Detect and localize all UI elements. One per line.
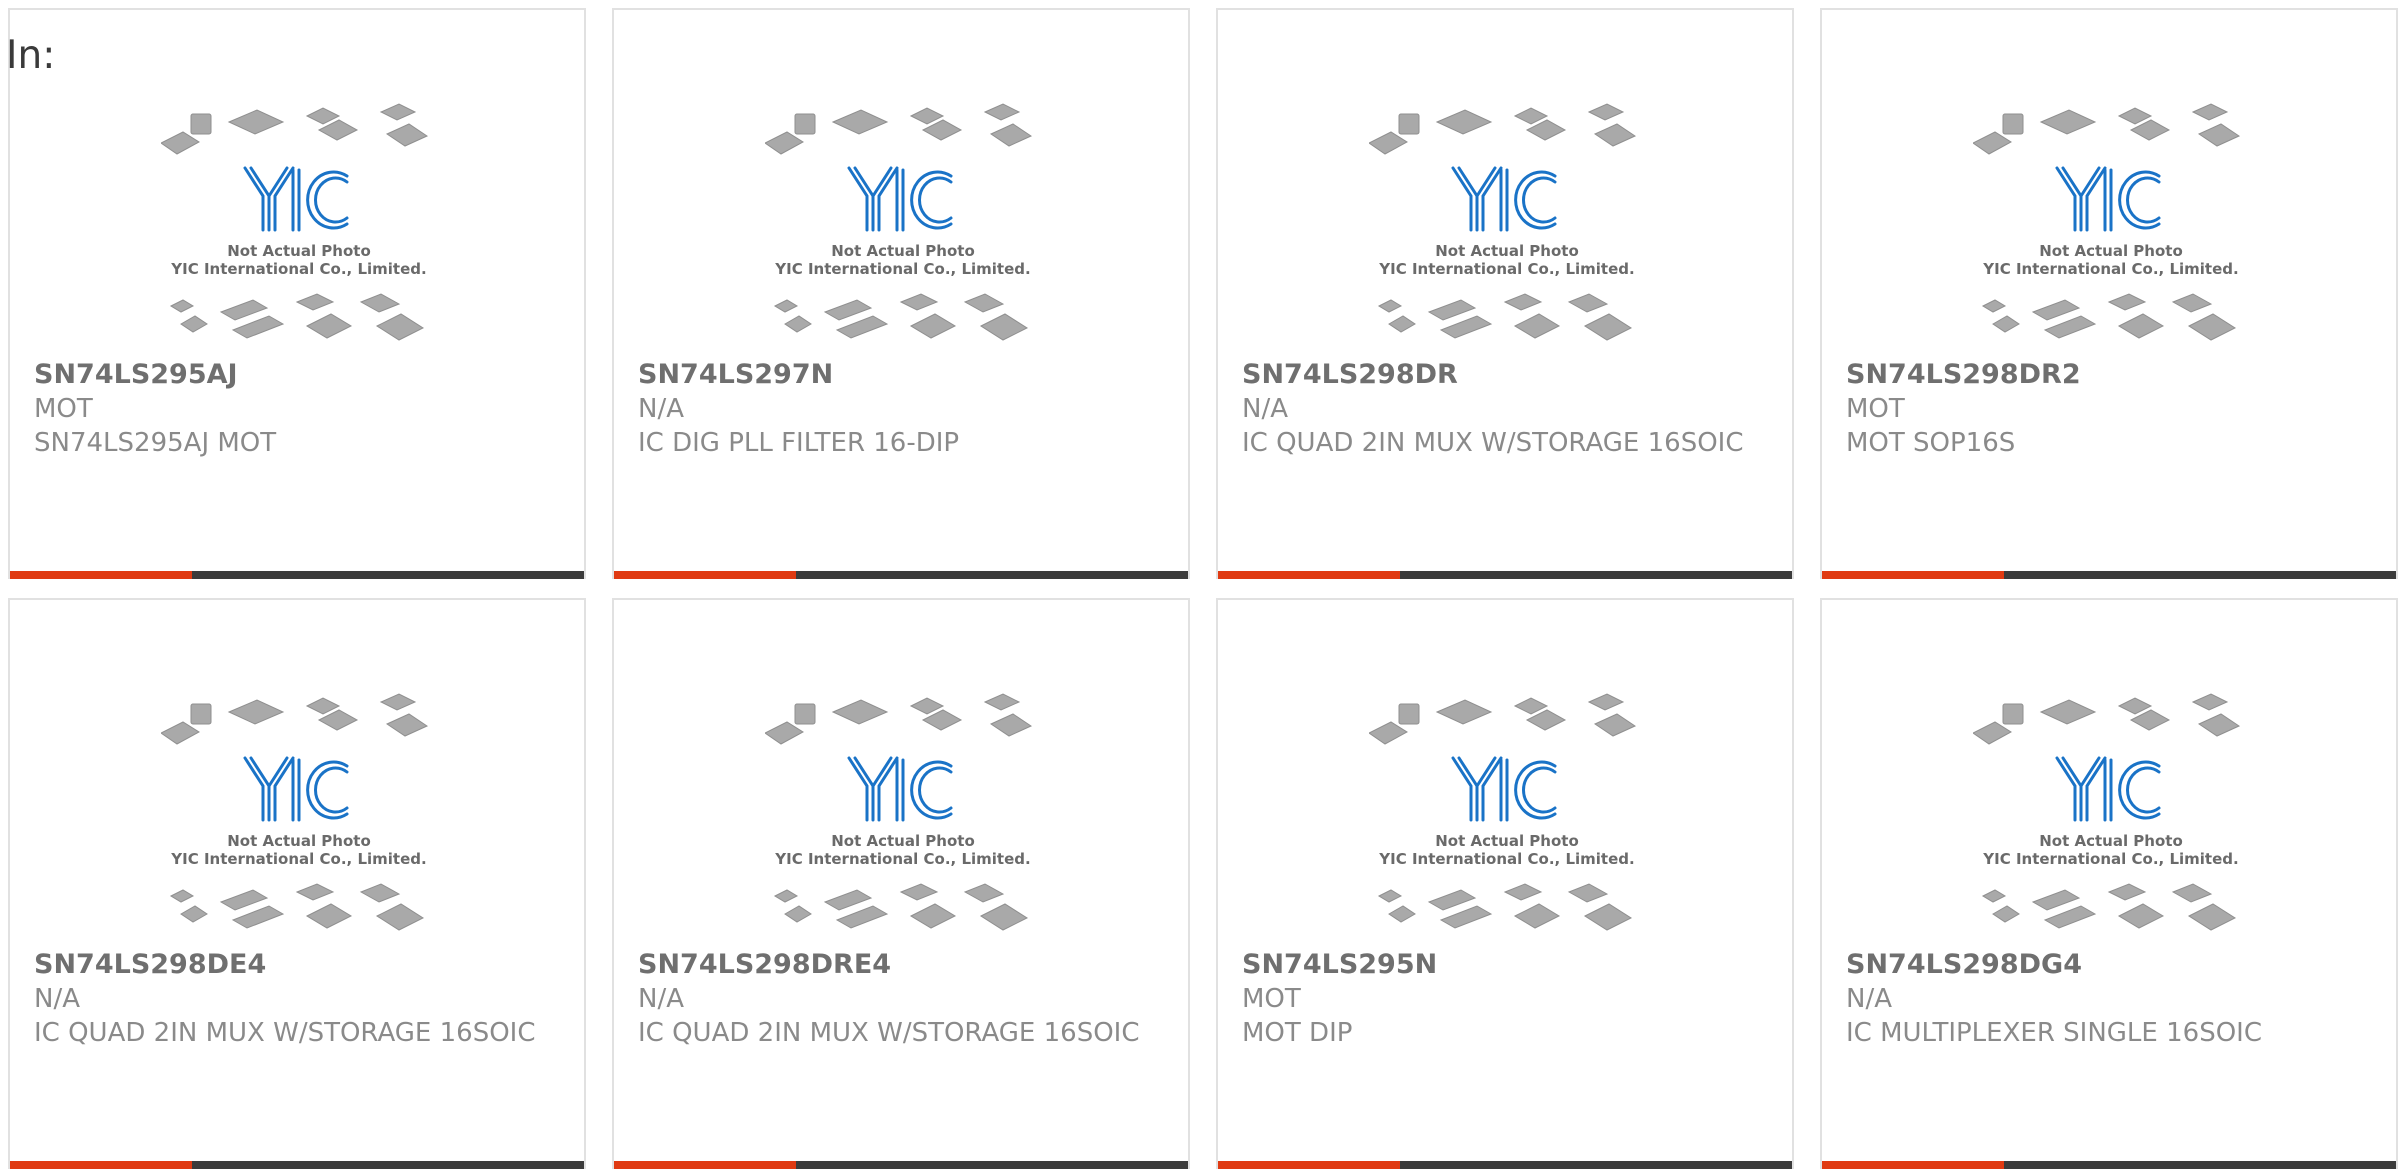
manufacturer: N/A — [1846, 984, 1892, 1014]
manufacturer: N/A — [34, 984, 80, 1014]
product-card[interactable]: Not Actual Photo YIC International Co., L… — [8, 8, 586, 579]
thumbnail-caption-1: Not Actual Photo — [831, 242, 975, 260]
part-number[interactable]: SN74LS295N — [1242, 948, 1768, 982]
product-image: Not Actual Photo YIC International Co., L… — [1973, 688, 2249, 938]
card-bar — [1218, 1161, 1792, 1169]
thumbnail-caption-2: YIC International Co., Limited. — [170, 260, 426, 278]
description: IC MULTIPLEXER SINGLE 16SOIC — [1846, 1018, 2262, 1048]
product-card[interactable]: Not Actual Photo YIC International Co., L… — [612, 8, 1190, 579]
card-bar-accent — [1822, 571, 2004, 579]
thumbnail-caption-2: YIC International Co., Limited. — [774, 260, 1030, 278]
thumbnail-caption-2: YIC International Co., Limited. — [1982, 850, 2238, 868]
card-bar-accent — [614, 571, 796, 579]
card-bar-accent — [614, 1161, 796, 1169]
part-number[interactable]: SN74LS297N — [638, 358, 1164, 392]
card-bar — [1822, 1161, 2396, 1169]
thumbnail-caption-2: YIC International Co., Limited. — [1982, 260, 2238, 278]
thumbnail-caption-1: Not Actual Photo — [2039, 832, 2183, 850]
description: MOT SOP16S — [1846, 428, 2016, 458]
part-number[interactable]: SN74LS295AJ — [34, 358, 560, 392]
product-image: Not Actual Photo YIC International Co., L… — [765, 688, 1041, 938]
product-image: Not Actual Photo YIC International Co., L… — [1369, 98, 1645, 348]
manufacturer: MOT — [34, 394, 93, 424]
thumbnail-caption-1: Not Actual Photo — [831, 832, 975, 850]
part-number[interactable]: SN74LS298DR — [1242, 358, 1768, 392]
product-card[interactable]: Not Actual Photo YIC International Co., L… — [1820, 8, 2398, 579]
card-bar-accent — [1822, 1161, 2004, 1169]
card-bar-accent — [1218, 1161, 1400, 1169]
card-bar — [1822, 571, 2396, 579]
card-bar — [1218, 571, 1792, 579]
description: IC QUAD 2IN MUX W/STORAGE 16SOIC — [1242, 428, 1744, 458]
in-label: In: — [6, 33, 56, 78]
thumbnail-caption-1: Not Actual Photo — [1435, 832, 1579, 850]
description: MOT DIP — [1242, 1018, 1353, 1048]
product-image: Not Actual Photo YIC International Co., L… — [1369, 688, 1645, 938]
card-bar — [10, 1161, 584, 1169]
manufacturer: MOT — [1242, 984, 1301, 1014]
product-image: Not Actual Photo YIC International Co., L… — [161, 98, 437, 348]
thumbnail-caption-2: YIC International Co., Limited. — [1378, 850, 1634, 868]
thumbnail-caption-2: YIC International Co., Limited. — [170, 850, 426, 868]
manufacturer: N/A — [638, 394, 684, 424]
part-number[interactable]: SN74LS298DG4 — [1846, 948, 2372, 982]
description: IC QUAD 2IN MUX W/STORAGE 16SOIC — [638, 1018, 1140, 1048]
description: SN74LS295AJ MOT — [34, 428, 277, 458]
manufacturer: MOT — [1846, 394, 1905, 424]
thumbnail-caption-1: Not Actual Photo — [227, 832, 371, 850]
thumbnail-caption-1: Not Actual Photo — [227, 242, 371, 260]
part-number[interactable]: SN74LS298DE4 — [34, 948, 560, 982]
product-card[interactable]: Not Actual Photo YIC International Co., L… — [1820, 598, 2398, 1169]
card-bar-accent — [10, 1161, 192, 1169]
card-bar — [10, 571, 584, 579]
manufacturer: N/A — [638, 984, 684, 1014]
product-card[interactable]: Not Actual Photo YIC International Co., L… — [1216, 8, 1794, 579]
card-bar — [614, 571, 1188, 579]
product-card[interactable]: Not Actual Photo YIC International Co., L… — [1216, 598, 1794, 1169]
card-bar-accent — [1218, 571, 1400, 579]
product-card[interactable]: Not Actual Photo YIC International Co., L… — [612, 598, 1190, 1169]
thumbnail-caption-1: Not Actual Photo — [2039, 242, 2183, 260]
card-bar — [614, 1161, 1188, 1169]
product-image: Not Actual Photo YIC International Co., L… — [161, 688, 437, 938]
product-card[interactable]: Not Actual Photo YIC International Co., L… — [8, 598, 586, 1169]
thumbnail-caption-1: Not Actual Photo — [1435, 242, 1579, 260]
thumbnail-caption-2: YIC International Co., Limited. — [1378, 260, 1634, 278]
thumbnail-caption-2: YIC International Co., Limited. — [774, 850, 1030, 868]
card-bar-accent — [10, 571, 192, 579]
product-image: Not Actual Photo YIC International Co., L… — [1973, 98, 2249, 348]
product-image: Not Actual Photo YIC International Co., L… — [765, 98, 1041, 348]
manufacturer: N/A — [1242, 394, 1288, 424]
description: IC DIG PLL FILTER 16-DIP — [638, 428, 960, 458]
part-number[interactable]: SN74LS298DR2 — [1846, 358, 2372, 392]
part-number[interactable]: SN74LS298DRE4 — [638, 948, 1164, 982]
description: IC QUAD 2IN MUX W/STORAGE 16SOIC — [34, 1018, 536, 1048]
